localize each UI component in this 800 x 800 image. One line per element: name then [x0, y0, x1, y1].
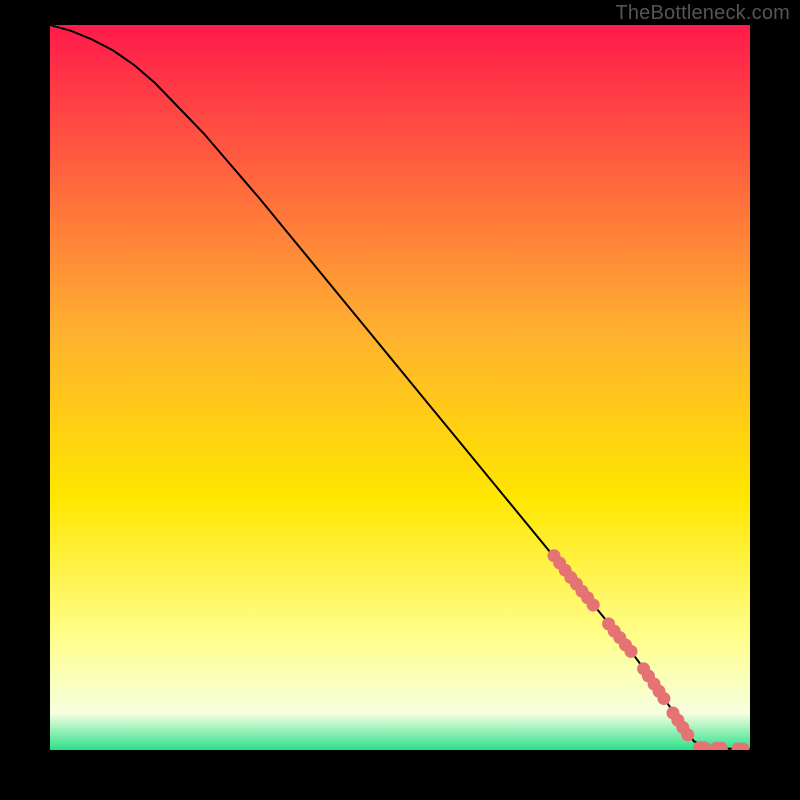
attribution-text: TheBottleneck.com	[615, 2, 790, 25]
chart-stage: { "attribution": "TheBottleneck.com", "c…	[0, 0, 800, 800]
data-marker	[681, 728, 694, 741]
data-marker	[625, 645, 638, 658]
data-marker	[657, 692, 670, 705]
chart-plot-area	[50, 25, 750, 750]
chart-svg	[50, 25, 750, 750]
data-marker	[587, 599, 600, 612]
gradient-background	[50, 25, 750, 750]
